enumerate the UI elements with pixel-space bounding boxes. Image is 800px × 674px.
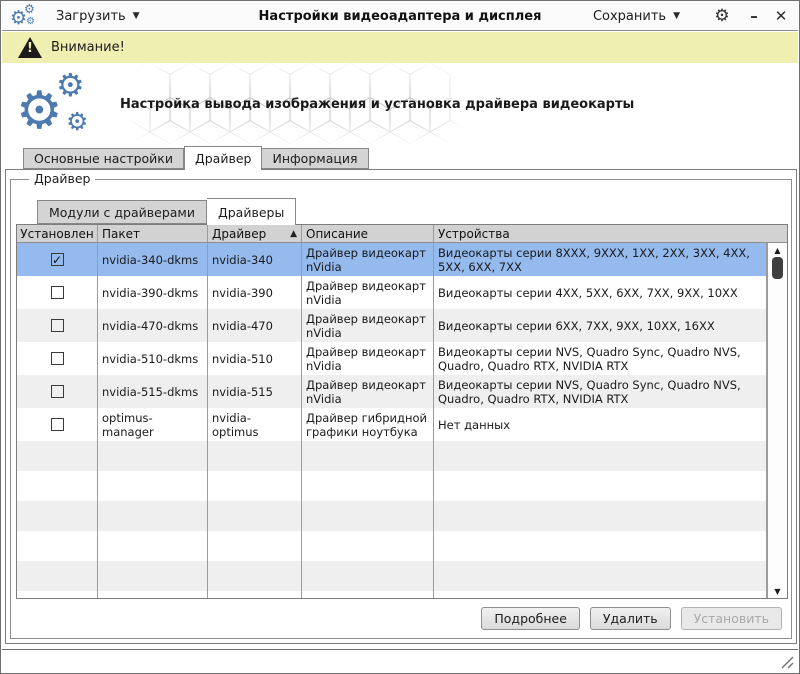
driver-subtab-bar: Модули с драйверами Драйверы (37, 197, 296, 224)
table-row[interactable]: nvidia-470-dkms nvidia-470 Драйвер видео… (17, 309, 787, 342)
scroll-up-icon[interactable]: ▲ (768, 244, 787, 256)
app-logo-gears-icon: ⚙ ⚙ ⚙ (16, 69, 112, 143)
save-menu-button[interactable]: Сохранить ▼ (587, 1, 686, 31)
empty-table-row (17, 591, 787, 599)
sort-ascending-icon: ▲ (290, 229, 297, 239)
installed-checkbox[interactable]: ✓ (51, 253, 64, 266)
devices-cell: Нет данных (434, 408, 767, 441)
installed-checkbox[interactable] (51, 286, 64, 299)
driver-tab-page: Драйвер Модули с драйверами Драйверы Уст… (5, 169, 797, 644)
gear-icon: ⚙ (24, 3, 35, 15)
table-row[interactable]: nvidia-390-dkms nvidia-390 Драйвер видео… (17, 276, 787, 309)
column-header-devices[interactable]: Устройства (434, 225, 767, 242)
page-title: Настройка вывода изображения и установка… (120, 97, 634, 112)
empty-table-row (17, 561, 787, 591)
main-tab-bar: Основные настройки Драйвер Информация (23, 146, 369, 169)
settings-gear-button[interactable]: ⚙ (708, 1, 736, 31)
devices-cell: Видеокарты серии 6XX, 7XX, 9XX, 10XX, 16… (434, 309, 767, 342)
installed-checkbox[interactable] (51, 418, 64, 431)
table-row[interactable]: nvidia-515-dkms nvidia-515 Драйвер видео… (17, 375, 787, 408)
driver-cell: nvidia-340 (208, 243, 302, 276)
driver-groupbox: Драйвер Модули с драйверами Драйверы Уст… (10, 179, 792, 639)
save-menu-label: Сохранить (593, 9, 666, 24)
package-cell: nvidia-515-dkms (98, 375, 208, 408)
vertical-scrollbar[interactable]: ▲ ▼ (767, 243, 787, 598)
devices-cell: Видеокарты серии NVS, Quadro Sync, Quadr… (434, 375, 767, 408)
column-header-driver[interactable]: Драйвер ▲ (208, 225, 302, 242)
driver-cell: nvidia-470 (208, 309, 302, 342)
app-window: ⚙ ⚙ ⚙ Загрузить ▼ Настройки видеоадаптер… (0, 0, 800, 674)
empty-table-row (17, 441, 787, 471)
driver-cell: nvidia-510 (208, 342, 302, 375)
tab-information[interactable]: Информация (262, 148, 368, 169)
devices-cell: Видеокарты серии 8XXX, 9XXX, 1XX, 2XX, 3… (434, 243, 767, 276)
tab-main-settings[interactable]: Основные настройки (23, 148, 184, 169)
package-cell: nvidia-340-dkms (98, 243, 208, 276)
installed-checkbox[interactable] (51, 385, 64, 398)
details-button[interactable]: Подробнее (481, 607, 580, 630)
gear-icon: ⚙ (26, 17, 35, 27)
remove-button[interactable]: Удалить (590, 607, 671, 630)
column-header-description[interactable]: Описание (302, 225, 434, 242)
description-cell: Драйвер гибридной графики ноутбука (302, 408, 434, 441)
empty-table-row (17, 501, 787, 531)
package-cell: nvidia-510-dkms (98, 342, 208, 375)
status-bar (2, 649, 798, 672)
minimize-icon: – (750, 7, 758, 25)
gear-icon: ⚙ (714, 6, 729, 26)
close-button[interactable]: ✕ (768, 1, 794, 31)
tab-driver[interactable]: Драйвер (184, 146, 262, 170)
description-cell: Драйвер видеокарт nVidia (302, 243, 434, 276)
minimize-button[interactable]: – (742, 1, 766, 31)
description-cell: Драйвер видеокарт nVidia (302, 309, 434, 342)
table-row[interactable]: ✓ nvidia-340-dkms nvidia-340 Драйвер вид… (17, 243, 787, 276)
driver-cell: nvidia-optimus (208, 408, 302, 441)
subtab-driver-modules[interactable]: Модули с драйверами (37, 200, 207, 224)
driver-cell: nvidia-390 (208, 276, 302, 309)
scroll-down-icon[interactable]: ▼ (768, 585, 787, 597)
gear-icon: ⚙ (56, 69, 85, 101)
resize-grip[interactable] (778, 655, 794, 669)
column-header-package[interactable]: Пакет (98, 225, 208, 242)
install-button[interactable]: Установить (681, 607, 782, 630)
column-header-installed[interactable]: Установлен (17, 225, 98, 242)
empty-table-row (17, 531, 787, 561)
description-cell: Драйвер видеокарт nVidia (302, 276, 434, 309)
title-bar: ⚙ ⚙ ⚙ Загрузить ▼ Настройки видеоадаптер… (2, 1, 798, 31)
package-cell: optimus-manager (98, 408, 208, 441)
close-icon: ✕ (775, 7, 788, 25)
load-menu-label: Загрузить (56, 9, 126, 24)
warning-banner: ! Внимание! (2, 32, 798, 63)
app-gears-icon: ⚙ ⚙ ⚙ (10, 3, 40, 30)
table-row[interactable]: optimus-manager nvidia-optimus Драйвер г… (17, 408, 787, 441)
groupbox-label: Драйвер (29, 171, 95, 186)
gear-icon: ⚙ (66, 109, 88, 134)
devices-cell: Видеокарты серии 4XX, 5XX, 6XX, 7XX, 9XX… (434, 276, 767, 309)
page-header: ⚙ ⚙ ⚙ Настройка вывода изображения и уст… (2, 63, 798, 146)
warning-text: Внимание! (51, 40, 125, 55)
chevron-down-icon: ▼ (133, 11, 140, 21)
scrollbar-thumb[interactable] (772, 257, 783, 279)
table-body: ✓ nvidia-340-dkms nvidia-340 Драйвер вид… (17, 243, 787, 599)
empty-table-row (17, 471, 787, 501)
driver-cell: nvidia-515 (208, 375, 302, 408)
description-cell: Драйвер видеокарт nVidia (302, 375, 434, 408)
chevron-down-icon: ▼ (673, 11, 680, 21)
devices-cell: Видеокарты серии NVS, Quadro Sync, Quadr… (434, 342, 767, 375)
package-cell: nvidia-470-dkms (98, 309, 208, 342)
installed-checkbox[interactable] (51, 319, 64, 332)
load-menu-button[interactable]: Загрузить ▼ (50, 1, 146, 31)
drivers-table: Установлен Пакет Драйвер ▲ Описание Устр… (16, 224, 788, 599)
subtab-drivers[interactable]: Драйверы (207, 198, 296, 225)
package-cell: nvidia-390-dkms (98, 276, 208, 309)
description-cell: Драйвер видеокарт nVidia (302, 342, 434, 375)
table-row[interactable]: nvidia-510-dkms nvidia-510 Драйвер видео… (17, 342, 787, 375)
table-header: Установлен Пакет Драйвер ▲ Описание Устр… (17, 225, 787, 243)
installed-checkbox[interactable] (51, 352, 64, 365)
action-button-row: Подробнее Удалить Установить (481, 607, 782, 630)
warning-triangle-icon: ! (18, 37, 42, 58)
